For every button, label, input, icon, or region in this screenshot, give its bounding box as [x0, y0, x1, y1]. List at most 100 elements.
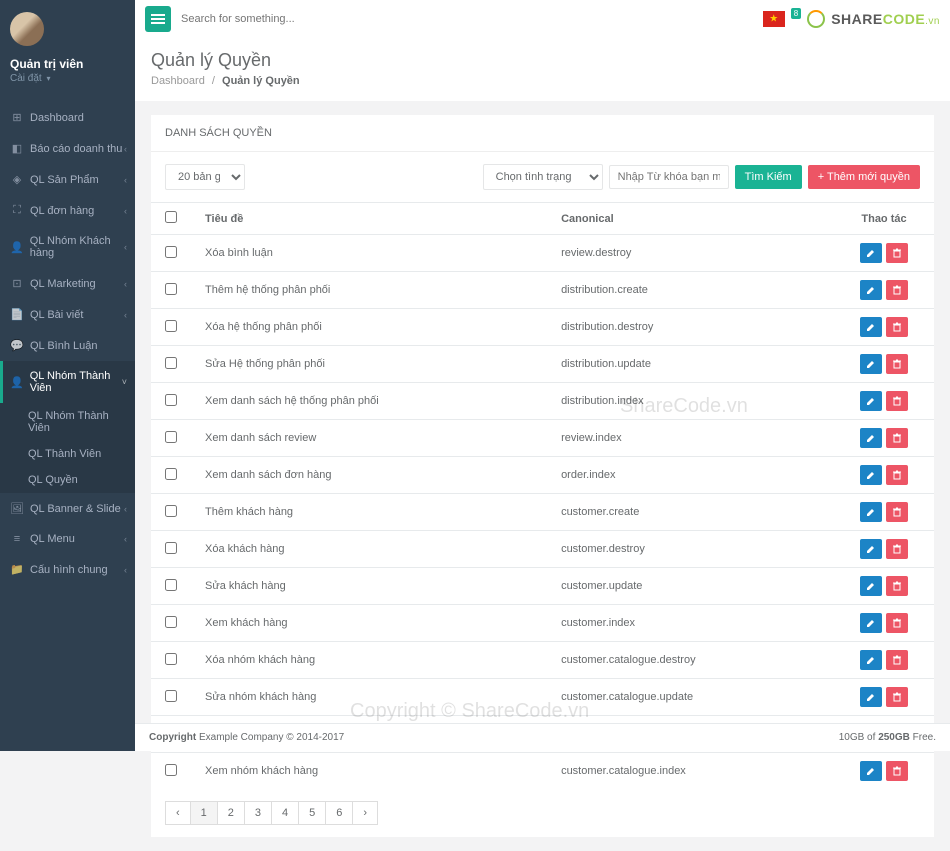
page-link[interactable]: ›	[352, 801, 378, 825]
sidebar-item-label: QL Nhóm Khách hàng	[30, 235, 125, 259]
sidebar-subitem[interactable]: QL Quyền	[0, 467, 135, 493]
sidebar-item[interactable]: ≡QL Menu‹	[0, 524, 135, 554]
profile-block: Quản trị viên Cài đặt ▾	[0, 0, 135, 92]
avatar[interactable]	[10, 12, 44, 46]
row-checkbox[interactable]	[165, 505, 177, 517]
page-link[interactable]: 5	[298, 801, 326, 825]
row-checkbox[interactable]	[165, 690, 177, 702]
page-link[interactable]: 3	[244, 801, 272, 825]
edit-icon	[866, 433, 876, 443]
row-checkbox[interactable]	[165, 579, 177, 591]
edit-button[interactable]	[860, 687, 882, 707]
delete-button[interactable]	[886, 465, 908, 485]
delete-button[interactable]	[886, 428, 908, 448]
delete-button[interactable]	[886, 613, 908, 633]
edit-button[interactable]	[860, 502, 882, 522]
notification-badge[interactable]: 8	[791, 8, 801, 19]
delete-button[interactable]	[886, 502, 908, 522]
edit-button[interactable]	[860, 539, 882, 559]
edit-icon	[866, 766, 876, 776]
sidebar-item[interactable]: ◧Báo cáo doanh thu‹	[0, 133, 135, 164]
trash-icon	[892, 618, 902, 628]
delete-button[interactable]	[886, 317, 908, 337]
delete-button[interactable]	[886, 761, 908, 781]
edit-button[interactable]	[860, 650, 882, 670]
sidebar-item[interactable]: 📁Cấu hình chung‹	[0, 554, 135, 585]
breadcrumb-home[interactable]: Dashboard	[151, 75, 205, 87]
edit-button[interactable]	[860, 428, 882, 448]
row-checkbox[interactable]	[165, 357, 177, 369]
delete-button[interactable]	[886, 280, 908, 300]
delete-button[interactable]	[886, 650, 908, 670]
hamburger-button[interactable]	[145, 6, 171, 32]
row-checkbox[interactable]	[165, 542, 177, 554]
sidebar-item[interactable]: ⊡QL Marketing‹	[0, 268, 135, 299]
page-title: Quản lý Quyền	[151, 50, 934, 71]
row-checkbox[interactable]	[165, 468, 177, 480]
sidebar-nav: ⊞Dashboard◧Báo cáo doanh thu‹◈QL Sản Phẩ…	[0, 102, 135, 585]
delete-button[interactable]	[886, 391, 908, 411]
records-per-page-select[interactable]: 20 bản ghi	[165, 164, 245, 190]
row-checkbox[interactable]	[165, 616, 177, 628]
keyword-input[interactable]	[609, 165, 729, 189]
row-checkbox[interactable]	[165, 394, 177, 406]
footer-disk-of: of	[864, 732, 878, 743]
edit-icon	[866, 544, 876, 554]
flag-vietnam-icon[interactable]	[763, 11, 785, 27]
delete-button[interactable]	[886, 576, 908, 596]
edit-button[interactable]	[860, 243, 882, 263]
row-checkbox[interactable]	[165, 431, 177, 443]
page-link[interactable]: 4	[271, 801, 299, 825]
edit-button[interactable]	[860, 613, 882, 633]
sidebar-item[interactable]: 👤QL Nhóm Thành Viên˅	[0, 361, 135, 403]
sidebar-item[interactable]: ⛶QL đơn hàng‹	[0, 195, 135, 226]
sidebar-item[interactable]: 🖼QL Banner & Slide‹	[0, 493, 135, 524]
page-link[interactable]: 2	[217, 801, 245, 825]
row-checkbox[interactable]	[165, 320, 177, 332]
page-link[interactable]: ‹	[165, 801, 191, 825]
delete-button[interactable]	[886, 687, 908, 707]
row-checkbox[interactable]	[165, 283, 177, 295]
profile-settings-toggle[interactable]: Cài đặt ▾	[10, 73, 125, 84]
sidebar-subitem[interactable]: QL Nhóm Thành Viên	[0, 403, 135, 441]
delete-button[interactable]	[886, 243, 908, 263]
row-canonical: review.index	[547, 420, 834, 457]
add-permission-button[interactable]: Thêm mới quyền	[808, 165, 920, 189]
sidebar-item[interactable]: 💬QL Bình Luận	[0, 330, 135, 361]
search-button[interactable]: Tìm Kiếm	[735, 165, 802, 189]
edit-button[interactable]	[860, 280, 882, 300]
edit-button[interactable]	[860, 576, 882, 596]
row-canonical: customer.create	[547, 494, 834, 531]
global-search-input[interactable]	[181, 13, 381, 25]
status-filter-select[interactable]: Chọn tình trạng	[483, 164, 603, 190]
edit-icon	[866, 470, 876, 480]
trash-icon	[892, 544, 902, 554]
edit-button[interactable]	[860, 354, 882, 374]
sidebar-item[interactable]: 📄QL Bài viết‹	[0, 299, 135, 330]
select-all-checkbox[interactable]	[165, 211, 177, 223]
page-link[interactable]: 6	[325, 801, 353, 825]
row-canonical: customer.catalogue.index	[547, 753, 834, 790]
delete-button[interactable]	[886, 354, 908, 374]
card-title: DANH SÁCH QUYỀN	[151, 115, 934, 152]
edit-button[interactable]	[860, 465, 882, 485]
row-checkbox[interactable]	[165, 246, 177, 258]
sidebar-item-icon: 🖼	[10, 502, 24, 515]
th-action: Thao tác	[834, 203, 934, 235]
row-checkbox[interactable]	[165, 764, 177, 776]
row-canonical: distribution.create	[547, 272, 834, 309]
edit-button[interactable]	[860, 391, 882, 411]
delete-button[interactable]	[886, 539, 908, 559]
trash-icon	[892, 433, 902, 443]
edit-button[interactable]	[860, 317, 882, 337]
sidebar-item[interactable]: 👤QL Nhóm Khách hàng‹	[0, 226, 135, 268]
sidebar-subitem[interactable]: QL Thành Viên	[0, 441, 135, 467]
sidebar-item[interactable]: ◈QL Sản Phẩm‹	[0, 164, 135, 195]
page-link[interactable]: 1	[190, 801, 218, 825]
sidebar-item[interactable]: ⊞Dashboard	[0, 102, 135, 133]
sidebar: Quản trị viên Cài đặt ▾ ⊞Dashboard◧Báo c…	[0, 0, 135, 751]
edit-button[interactable]	[860, 761, 882, 781]
row-title: Sửa khách hàng	[191, 568, 547, 605]
row-checkbox[interactable]	[165, 653, 177, 665]
row-canonical: customer.destroy	[547, 531, 834, 568]
